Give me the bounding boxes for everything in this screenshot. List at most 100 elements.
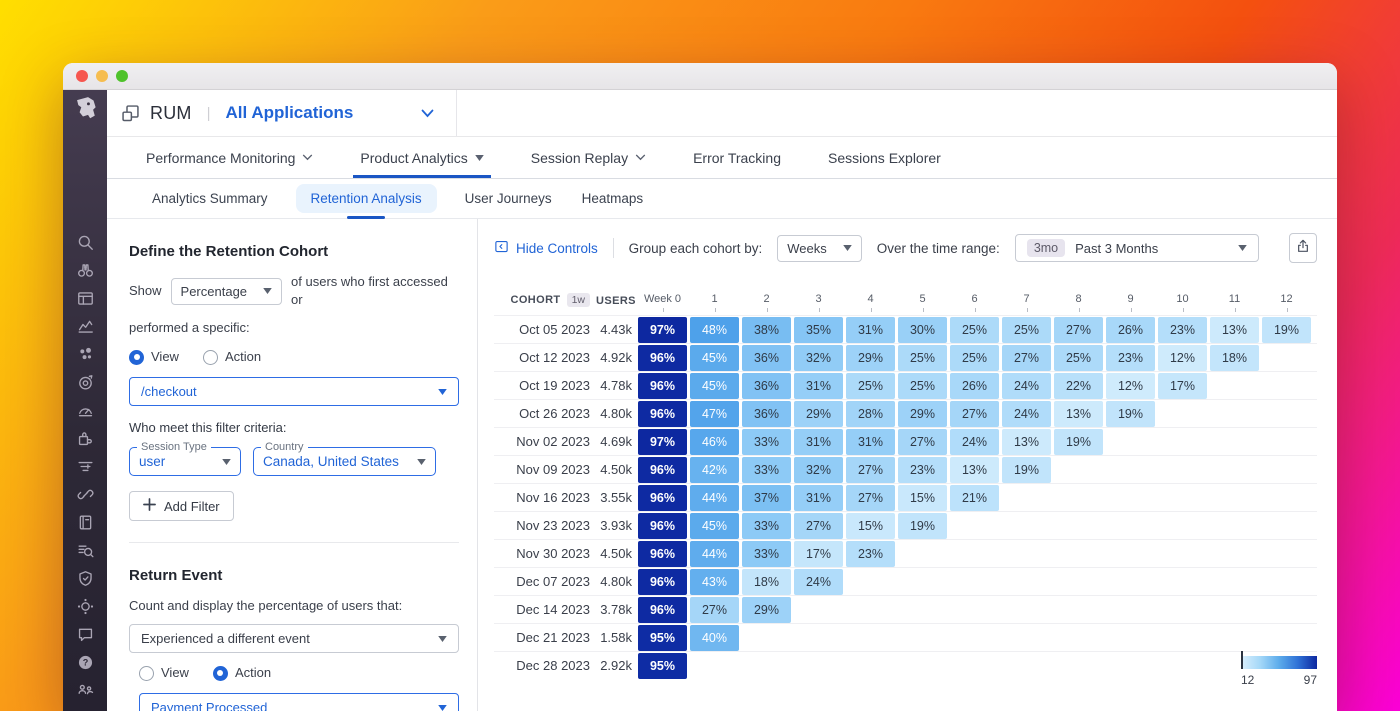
retention-cell[interactable]: 24% xyxy=(1002,373,1051,399)
retention-cell[interactable]: 32% xyxy=(794,457,843,483)
application-selector[interactable]: All Applications xyxy=(226,103,434,123)
retention-cell[interactable]: 33% xyxy=(742,457,791,483)
retention-cell[interactable]: 27% xyxy=(690,597,739,623)
retention-cell[interactable]: 12% xyxy=(1158,345,1207,371)
retention-cell[interactable]: 26% xyxy=(950,373,999,399)
subtab-heatmaps[interactable]: Heatmaps xyxy=(580,184,646,213)
subtab-user-journeys[interactable]: User Journeys xyxy=(463,184,554,213)
integrations-icon[interactable] xyxy=(76,429,95,448)
retention-cell[interactable]: 27% xyxy=(950,401,999,427)
retention-cell[interactable]: 33% xyxy=(742,513,791,539)
retention-cell[interactable]: 26% xyxy=(1106,317,1155,343)
retention-cell[interactable]: 95% xyxy=(638,625,687,651)
retention-cell[interactable]: 33% xyxy=(742,541,791,567)
retention-cell[interactable]: 29% xyxy=(742,597,791,623)
retention-cell[interactable]: 40% xyxy=(690,625,739,651)
notebooks-icon[interactable] xyxy=(76,513,95,532)
tab-performance-monitoring[interactable]: Performance Monitoring xyxy=(146,137,313,178)
retention-cell[interactable]: 19% xyxy=(1106,401,1155,427)
security-icon[interactable] xyxy=(76,569,95,588)
retention-cell[interactable]: 95% xyxy=(638,653,687,679)
retention-cell[interactable]: 36% xyxy=(742,345,791,371)
retention-cell[interactable]: 45% xyxy=(690,373,739,399)
return-event-type-select[interactable]: Experienced a different event xyxy=(129,624,459,653)
retention-cell[interactable]: 13% xyxy=(1002,429,1051,455)
tab-session-replay[interactable]: Session Replay xyxy=(531,137,646,178)
return-event-select[interactable]: Payment Processed xyxy=(139,693,459,711)
retention-cell[interactable]: 22% xyxy=(1054,373,1103,399)
return-action-radio[interactable]: Action xyxy=(213,664,271,682)
retention-cell[interactable]: 96% xyxy=(638,541,687,567)
retention-cell[interactable]: 17% xyxy=(1158,373,1207,399)
cohort-view-radio[interactable]: View xyxy=(129,348,179,366)
return-view-radio[interactable]: View xyxy=(139,664,189,682)
organization-icon[interactable] xyxy=(76,681,95,700)
retention-cell[interactable]: 44% xyxy=(690,485,739,511)
retention-cell[interactable]: 27% xyxy=(898,429,947,455)
retention-cell[interactable]: 35% xyxy=(794,317,843,343)
retention-cell[interactable]: 25% xyxy=(950,317,999,343)
tab-error-tracking[interactable]: Error Tracking xyxy=(693,137,781,178)
retention-cell[interactable]: 28% xyxy=(846,401,895,427)
retention-cell[interactable]: 25% xyxy=(898,373,947,399)
retention-cell[interactable]: 23% xyxy=(1158,317,1207,343)
apm-icon[interactable] xyxy=(76,401,95,420)
retention-cell[interactable]: 24% xyxy=(950,429,999,455)
retention-cell[interactable]: 25% xyxy=(1002,317,1051,343)
hide-controls-button[interactable]: Hide Controls xyxy=(494,239,598,257)
retention-cell[interactable]: 38% xyxy=(742,317,791,343)
retention-cell[interactable]: 31% xyxy=(846,317,895,343)
retention-cell[interactable]: 19% xyxy=(1002,457,1051,483)
retention-cell[interactable]: 29% xyxy=(898,401,947,427)
binoculars-icon[interactable] xyxy=(76,261,95,280)
retention-cell[interactable]: 31% xyxy=(846,429,895,455)
retention-cell[interactable]: 47% xyxy=(690,401,739,427)
ci-icon[interactable] xyxy=(76,485,95,504)
retention-cell[interactable]: 29% xyxy=(794,401,843,427)
retention-cell[interactable]: 24% xyxy=(1002,401,1051,427)
retention-cell[interactable]: 96% xyxy=(638,597,687,623)
retention-cell[interactable]: 17% xyxy=(794,541,843,567)
retention-cell[interactable]: 25% xyxy=(846,373,895,399)
retention-cell[interactable]: 29% xyxy=(846,345,895,371)
monitors-icon[interactable] xyxy=(76,373,95,392)
retention-cell[interactable]: 97% xyxy=(638,429,687,455)
retention-cell[interactable]: 31% xyxy=(794,429,843,455)
retention-cell[interactable]: 15% xyxy=(846,513,895,539)
retention-cell[interactable]: 13% xyxy=(950,457,999,483)
retention-cell[interactable]: 96% xyxy=(638,373,687,399)
retention-cell[interactable]: 13% xyxy=(1054,401,1103,427)
retention-cell[interactable]: 96% xyxy=(638,401,687,427)
close-window-button[interactable] xyxy=(76,70,88,82)
retention-cell[interactable]: 18% xyxy=(1210,345,1259,371)
retention-cell[interactable]: 96% xyxy=(638,513,687,539)
retention-cell[interactable]: 27% xyxy=(1002,345,1051,371)
network-icon[interactable] xyxy=(76,597,95,616)
retention-cell[interactable]: 43% xyxy=(690,569,739,595)
retention-cell[interactable]: 25% xyxy=(898,345,947,371)
time-range-select[interactable]: 3mo Past 3 Months xyxy=(1015,234,1259,262)
cohort-event-select[interactable]: /checkout xyxy=(129,377,459,406)
retention-cell[interactable]: 37% xyxy=(742,485,791,511)
retention-cell[interactable]: 27% xyxy=(846,485,895,511)
datadog-logo[interactable] xyxy=(72,95,99,127)
pipelines-icon[interactable] xyxy=(76,457,95,476)
retention-cell[interactable]: 19% xyxy=(898,513,947,539)
retention-cell[interactable]: 30% xyxy=(898,317,947,343)
add-filter-button[interactable]: Add Filter xyxy=(129,491,234,521)
subtab-retention-analysis[interactable]: Retention Analysis xyxy=(296,184,437,213)
infrastructure-icon[interactable] xyxy=(76,345,95,364)
retention-cell[interactable]: 96% xyxy=(638,569,687,595)
retention-cell[interactable]: 13% xyxy=(1210,317,1259,343)
tab-product-analytics[interactable]: Product Analytics xyxy=(360,137,483,178)
retention-cell[interactable]: 45% xyxy=(690,345,739,371)
subtab-analytics-summary[interactable]: Analytics Summary xyxy=(150,184,270,213)
minimize-window-button[interactable] xyxy=(96,70,108,82)
search-icon[interactable] xyxy=(76,233,95,252)
retention-cell[interactable]: 24% xyxy=(794,569,843,595)
retention-cell[interactable]: 31% xyxy=(794,373,843,399)
logs-icon[interactable] xyxy=(76,541,95,560)
retention-cell[interactable]: 23% xyxy=(846,541,895,567)
retention-cell[interactable]: 36% xyxy=(742,373,791,399)
retention-cell[interactable]: 45% xyxy=(690,513,739,539)
